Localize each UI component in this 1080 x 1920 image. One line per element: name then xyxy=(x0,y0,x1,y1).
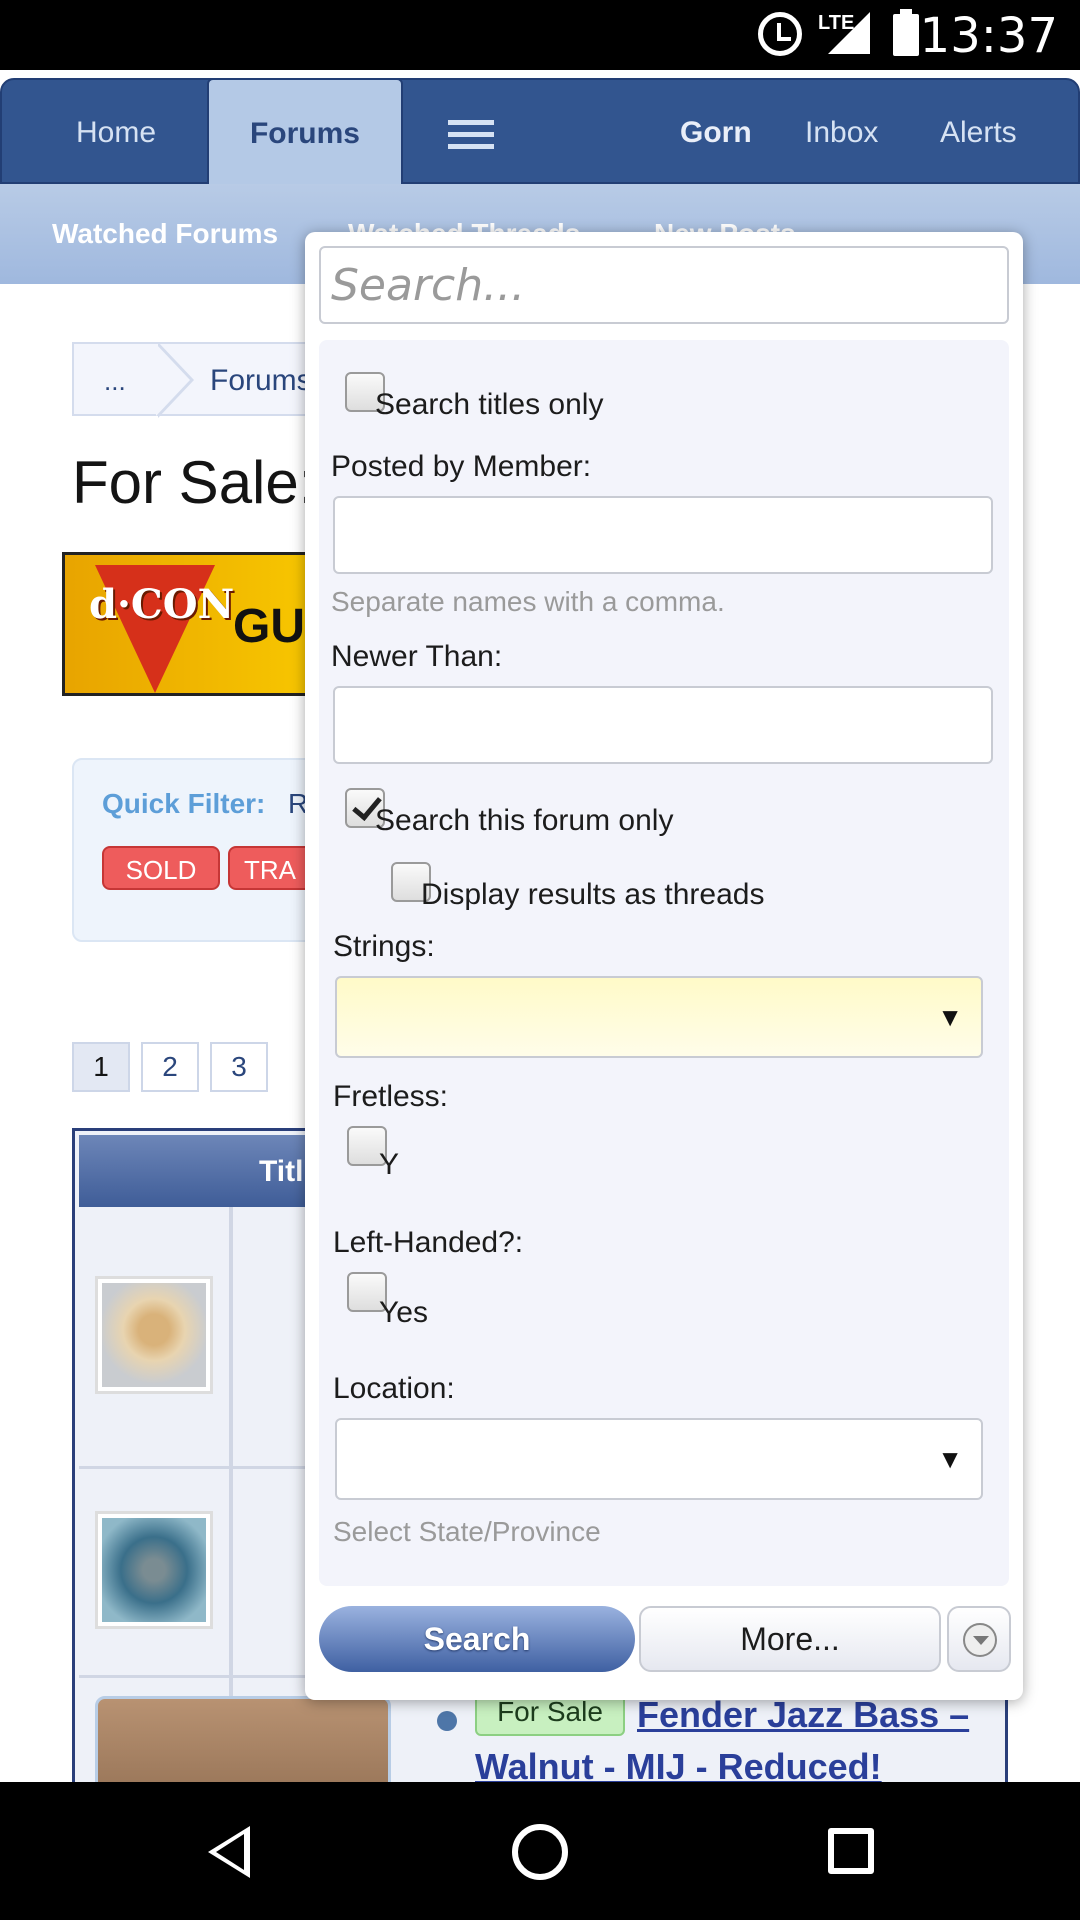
dropdown-caret-icon: ▼ xyxy=(937,1002,963,1032)
quick-filter-label: Quick Filter: xyxy=(102,788,266,819)
fretless-option-label: Y xyxy=(379,1148,400,1181)
fretless-label: Fretless: xyxy=(333,1080,449,1113)
page-1-button[interactable]: 1 xyxy=(72,1042,130,1092)
battery-icon xyxy=(893,9,919,56)
column-title-header: Titl xyxy=(259,1155,304,1188)
newer-than-field[interactable] xyxy=(333,686,993,764)
breadcrumb-forums[interactable]: Forums xyxy=(210,364,312,398)
search-titles-only-label: Search titles only xyxy=(375,388,604,421)
search-input[interactable] xyxy=(319,246,1009,324)
strings-select[interactable]: ▼ xyxy=(335,976,983,1058)
location-select[interactable]: ▼ xyxy=(335,1418,983,1500)
system-nav-bar xyxy=(0,1782,1080,1920)
display-as-threads-label: Display results as threads xyxy=(421,878,765,911)
thread-thumbnail[interactable] xyxy=(95,1276,213,1394)
search-forum-only-label: Search this forum only xyxy=(375,804,674,837)
home-icon[interactable] xyxy=(512,1824,568,1880)
hamburger-menu-icon[interactable] xyxy=(448,120,494,150)
left-handed-option-label: Yes xyxy=(379,1296,428,1329)
newer-than-label: Newer Than: xyxy=(331,640,503,673)
network-type: LTE xyxy=(818,12,855,34)
quick-filter: Quick Filter: R SOLD TRA xyxy=(72,758,332,942)
recents-icon[interactable] xyxy=(828,1828,874,1874)
banner-logo: d·CON xyxy=(89,581,235,628)
thread-thumbnail[interactable] xyxy=(95,1511,213,1629)
breadcrumb-more[interactable]: ... xyxy=(104,366,126,397)
more-options-button[interactable]: More... xyxy=(639,1606,941,1672)
location-hint: Select State/Province xyxy=(333,1516,601,1547)
nav-forums[interactable]: Forums xyxy=(207,78,403,186)
column-divider xyxy=(229,1207,233,1697)
page-title: For Sale: xyxy=(72,449,316,516)
search-button[interactable]: Search xyxy=(319,1606,635,1672)
left-handed-label: Left-Handed?: xyxy=(333,1226,524,1259)
breadcrumb: ... Forums xyxy=(72,342,312,418)
expand-toggle-button[interactable] xyxy=(947,1606,1011,1672)
subnav-watched-forums[interactable]: Watched Forums xyxy=(52,218,278,250)
search-options-panel: Search titles only Posted by Member: Sep… xyxy=(319,340,1009,1586)
filter-tag-sold[interactable]: SOLD xyxy=(102,846,220,890)
posted-by-field[interactable] xyxy=(333,496,993,574)
page-3-button[interactable]: 3 xyxy=(210,1042,268,1092)
nav-home[interactable]: Home xyxy=(76,116,156,150)
status-bar: LTE 13:37 xyxy=(0,0,1080,70)
banner-text: GU xyxy=(233,600,305,653)
chevron-down-icon xyxy=(963,1623,997,1657)
posted-by-label: Posted by Member: xyxy=(331,450,592,483)
nav-inbox[interactable]: Inbox xyxy=(805,116,878,150)
posted-by-hint: Separate names with a comma. xyxy=(331,586,725,617)
nav-alerts[interactable]: Alerts xyxy=(940,116,1017,150)
location-label: Location: xyxy=(333,1372,455,1405)
strings-label: Strings: xyxy=(333,930,435,963)
thread-status-dot xyxy=(437,1711,457,1731)
dropdown-caret-icon: ▼ xyxy=(937,1444,963,1474)
main-nav: Home Forums Gorn Inbox Alerts xyxy=(0,78,1080,186)
alarm-icon xyxy=(758,12,802,56)
nav-user[interactable]: Gorn xyxy=(680,116,752,150)
page-2-button[interactable]: 2 xyxy=(141,1042,199,1092)
clock: 13:37 xyxy=(919,8,1058,64)
ad-banner[interactable]: d·CON GU xyxy=(62,552,312,696)
search-popup: Search titles only Posted by Member: Sep… xyxy=(305,232,1023,1700)
breadcrumb-separator xyxy=(156,342,194,418)
back-icon[interactable] xyxy=(208,1826,250,1878)
